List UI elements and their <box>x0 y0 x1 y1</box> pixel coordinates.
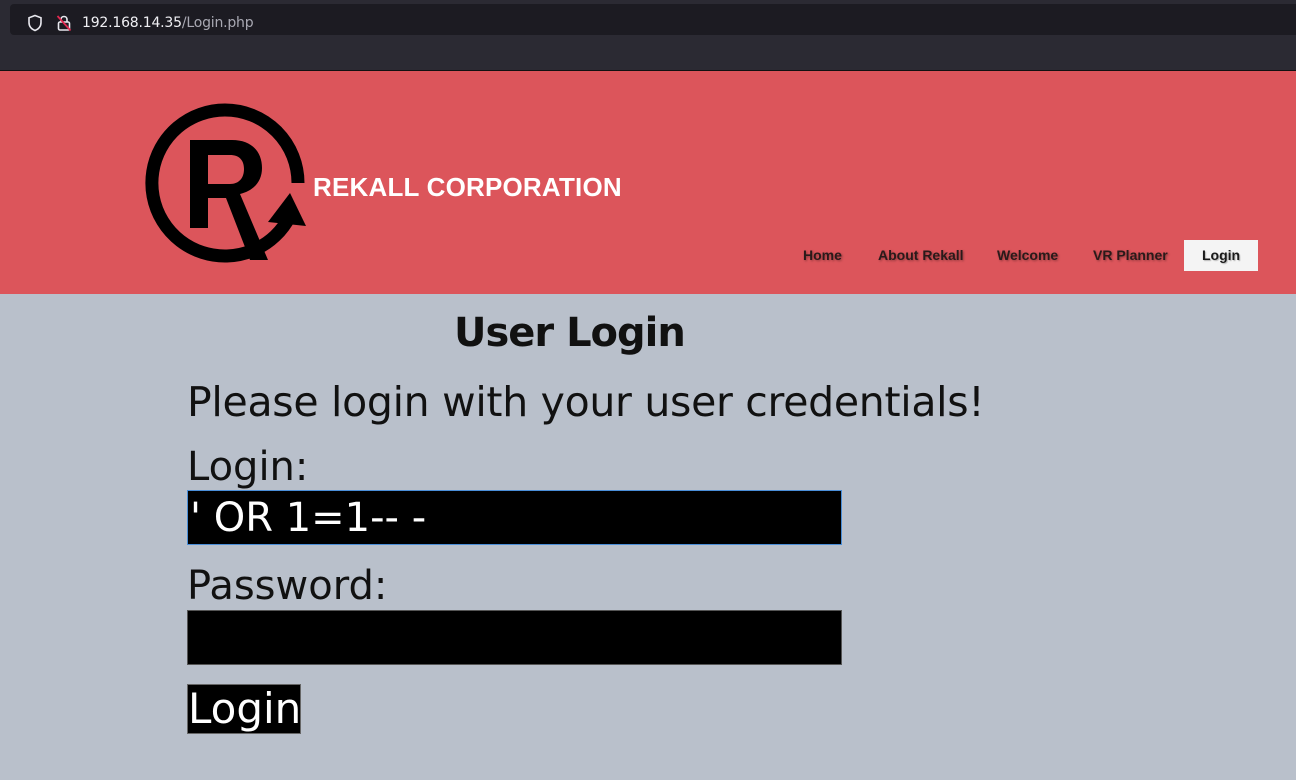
nav-welcome[interactable]: Welcome <box>997 240 1058 271</box>
password-label: Password: <box>187 563 388 609</box>
url-path: /Login.php <box>181 15 254 31</box>
nav-home[interactable]: Home <box>803 240 842 271</box>
nav-vr-planner[interactable]: VR Planner <box>1093 240 1168 271</box>
password-input[interactable] <box>187 610 842 665</box>
brand-name[interactable]: REKALL CORPORATION <box>313 172 622 203</box>
insecure-lock-icon[interactable] <box>55 14 73 32</box>
address-bar[interactable]: 192.168.14.35/Login.php <box>10 4 1296 35</box>
nav-about-rekall[interactable]: About Rekall <box>878 240 964 271</box>
page-title: User Login <box>454 310 686 356</box>
login-input[interactable] <box>187 490 842 545</box>
url-text[interactable]: 192.168.14.35/Login.php <box>82 15 254 31</box>
url-host: 192.168.14.35 <box>82 15 182 31</box>
rekall-r-logo[interactable] <box>140 98 310 268</box>
login-label: Login: <box>187 444 309 490</box>
browser-toolbar: 192.168.14.35/Login.php <box>0 0 1296 70</box>
login-submit-button[interactable]: Login <box>187 684 301 734</box>
shield-icon[interactable] <box>26 14 44 32</box>
login-instructions: Please login with your user credentials! <box>187 378 985 426</box>
nav-login[interactable]: Login <box>1184 240 1259 271</box>
